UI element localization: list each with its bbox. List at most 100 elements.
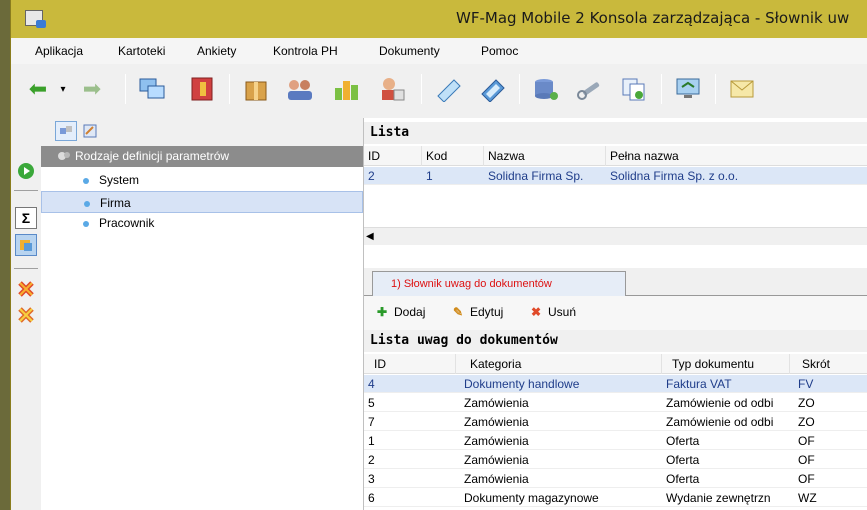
package-icon[interactable] xyxy=(237,71,275,107)
envelope-icon[interactable] xyxy=(723,71,761,107)
database-icon[interactable] xyxy=(527,71,565,107)
column-header[interactable]: Kategoria xyxy=(456,354,662,374)
separator xyxy=(14,190,38,191)
delete-all-icon[interactable] xyxy=(15,304,37,326)
column-header[interactable]: ID xyxy=(364,354,456,374)
table-row[interactable]: 5 Zamówienia Zamówienie od odbi ZO xyxy=(364,394,867,412)
delete-record-icon[interactable] xyxy=(15,278,37,300)
horizontal-scrollbar[interactable]: ◀ xyxy=(364,227,867,245)
monitor-icon[interactable] xyxy=(669,71,707,107)
filter-icon[interactable] xyxy=(15,234,37,256)
cell-typ: Oferta xyxy=(666,434,700,448)
tree-item-pracownik[interactable]: Pracownik xyxy=(41,213,363,235)
window-title: WF-Mag Mobile 2 Konsola zarządzająca - S… xyxy=(456,9,850,27)
cell-kategoria: Zamówienia xyxy=(464,453,529,467)
cell-typ: Zamówienie od odbi xyxy=(666,396,774,410)
cell-typ: Zamówienie od odbi xyxy=(666,415,774,429)
edit-button[interactable]: ✎ Edytuj xyxy=(450,305,503,319)
toolbar-separator xyxy=(519,74,520,104)
sigma-icon[interactable]: Σ xyxy=(15,207,37,229)
cell-typ: Oferta xyxy=(666,453,700,467)
column-header[interactable]: ID xyxy=(364,146,422,166)
tree-view-icon[interactable] xyxy=(55,121,77,141)
table-row[interactable]: 6 Dokumenty magazynowe Wydanie zewnętrzn… xyxy=(364,489,867,507)
book-icon[interactable] xyxy=(473,71,511,107)
tree-root-label: Rodzaje definicji parametrów xyxy=(75,149,230,163)
cell-kod: 1 xyxy=(426,169,433,183)
table-row[interactable]: 4 Dokumenty handlowe Faktura VAT FV xyxy=(364,375,867,393)
table-row[interactable]: 1 Zamówienia Oferta OF xyxy=(364,432,867,450)
arrow-right-icon[interactable]: ➡ xyxy=(73,71,111,107)
table-row[interactable]: 2 1 Solidna Firma Sp. Solidna Firma Sp. … xyxy=(364,167,867,185)
menu-aplikacja[interactable]: Aplikacja xyxy=(35,44,83,58)
toolbar-separator xyxy=(661,74,662,104)
cell-kategoria: Zamówienia xyxy=(464,472,529,486)
table-row[interactable]: 3 Zamówienia Oferta OF xyxy=(364,470,867,488)
app-icon[interactable] xyxy=(25,10,46,28)
delete-button[interactable]: ✖ Usuń xyxy=(528,305,576,319)
app-window: WF-Mag Mobile 2 Konsola zarządzająca - S… xyxy=(10,0,867,510)
dropdown-icon[interactable]: ▾ xyxy=(53,71,73,107)
add-button[interactable]: ✚ Dodaj xyxy=(374,305,425,319)
bullet-icon xyxy=(84,200,90,207)
menu-kartoteki[interactable]: Kartoteki xyxy=(118,44,165,58)
menu-dokumenty[interactable]: Dokumenty xyxy=(379,44,440,58)
menu-pomoc[interactable]: Pomoc xyxy=(481,44,518,58)
cell-typ: Oferta xyxy=(666,472,700,486)
cabinet-icon[interactable] xyxy=(183,71,221,107)
edit-definition-icon[interactable] xyxy=(79,121,101,141)
toolbar-separator xyxy=(715,74,716,104)
tree-item-label: Firma xyxy=(100,196,131,210)
arrow-left-icon[interactable]: ⬅ xyxy=(19,71,57,107)
users-icon[interactable] xyxy=(281,71,319,107)
bullet-icon xyxy=(83,177,89,184)
scroll-left-icon[interactable]: ◀ xyxy=(366,231,374,242)
pencil-icon: ✎ xyxy=(452,305,464,319)
play-icon[interactable] xyxy=(15,160,37,182)
tree-panel: Rodzaje definicji parametrów System Firm… xyxy=(41,118,363,510)
column-header[interactable]: Pełna nazwa xyxy=(606,146,867,166)
separator xyxy=(14,268,38,269)
cell-kategoria: Dokumenty handlowe xyxy=(464,377,580,391)
edit-label: Edytuj xyxy=(470,305,504,319)
table-row[interactable]: 7 Zamówienia Zamówienie od odbi ZO xyxy=(364,413,867,431)
tree-item-firma[interactable]: Firma xyxy=(41,191,363,213)
menu-kontrola-ph[interactable]: Kontrola PH xyxy=(273,44,338,58)
column-header[interactable]: Nazwa xyxy=(484,146,606,166)
cell-kategoria: Zamówienia xyxy=(464,434,529,448)
wrench-icon[interactable] xyxy=(571,71,609,107)
cell-id: 7 xyxy=(368,415,375,429)
toolbar-separator xyxy=(421,74,422,104)
chart-icon[interactable] xyxy=(327,71,365,107)
cell-skrot: ZO xyxy=(798,415,815,429)
note-icon[interactable] xyxy=(429,71,467,107)
menu-ankiety[interactable]: Ankiety xyxy=(197,44,236,58)
delete-icon: ✖ xyxy=(530,305,542,319)
cell-skrot: OF xyxy=(798,472,815,486)
plus-icon: ✚ xyxy=(376,305,388,319)
cell-id: 3 xyxy=(368,472,375,486)
cell-typ: Wydanie zewnętrzn xyxy=(666,491,771,505)
cell-pelna-nazwa: Solidna Firma Sp. z o.o. xyxy=(610,169,739,183)
delete-label: Usuń xyxy=(548,305,577,319)
table-row[interactable]: 2 Zamówienia Oferta OF xyxy=(364,451,867,469)
upper-list-title: Lista xyxy=(364,122,867,144)
column-header[interactable]: Skrót xyxy=(790,354,867,374)
cell-skrot: ZO xyxy=(798,396,815,410)
title-bar[interactable]: WF-Mag Mobile 2 Konsola zarządzająca - S… xyxy=(11,0,867,38)
cell-kategoria: Zamówienia xyxy=(464,396,529,410)
lower-list: Lista uwag do dokumentów ID Kategoria Ty… xyxy=(364,330,867,510)
tree-item-system[interactable]: System xyxy=(41,169,363,191)
computers-icon[interactable] xyxy=(133,71,171,107)
tab-slownik-uwag[interactable]: 1) Słownik uwag do dokumentów xyxy=(372,271,626,297)
cell-id: 2 xyxy=(368,453,375,467)
cell-kategoria: Dokumenty magazynowe xyxy=(464,491,599,505)
column-header[interactable]: Kod xyxy=(422,146,484,166)
toolbar: ⬅ ▾ ➡ xyxy=(11,64,867,114)
tree-root[interactable]: Rodzaje definicji parametrów xyxy=(41,146,363,167)
cell-id: 2 xyxy=(368,169,375,183)
cell-typ: Faktura VAT xyxy=(666,377,732,391)
column-header[interactable]: Typ dokumentu xyxy=(662,354,790,374)
user-card-icon[interactable] xyxy=(373,71,411,107)
copy-icon[interactable] xyxy=(615,71,653,107)
